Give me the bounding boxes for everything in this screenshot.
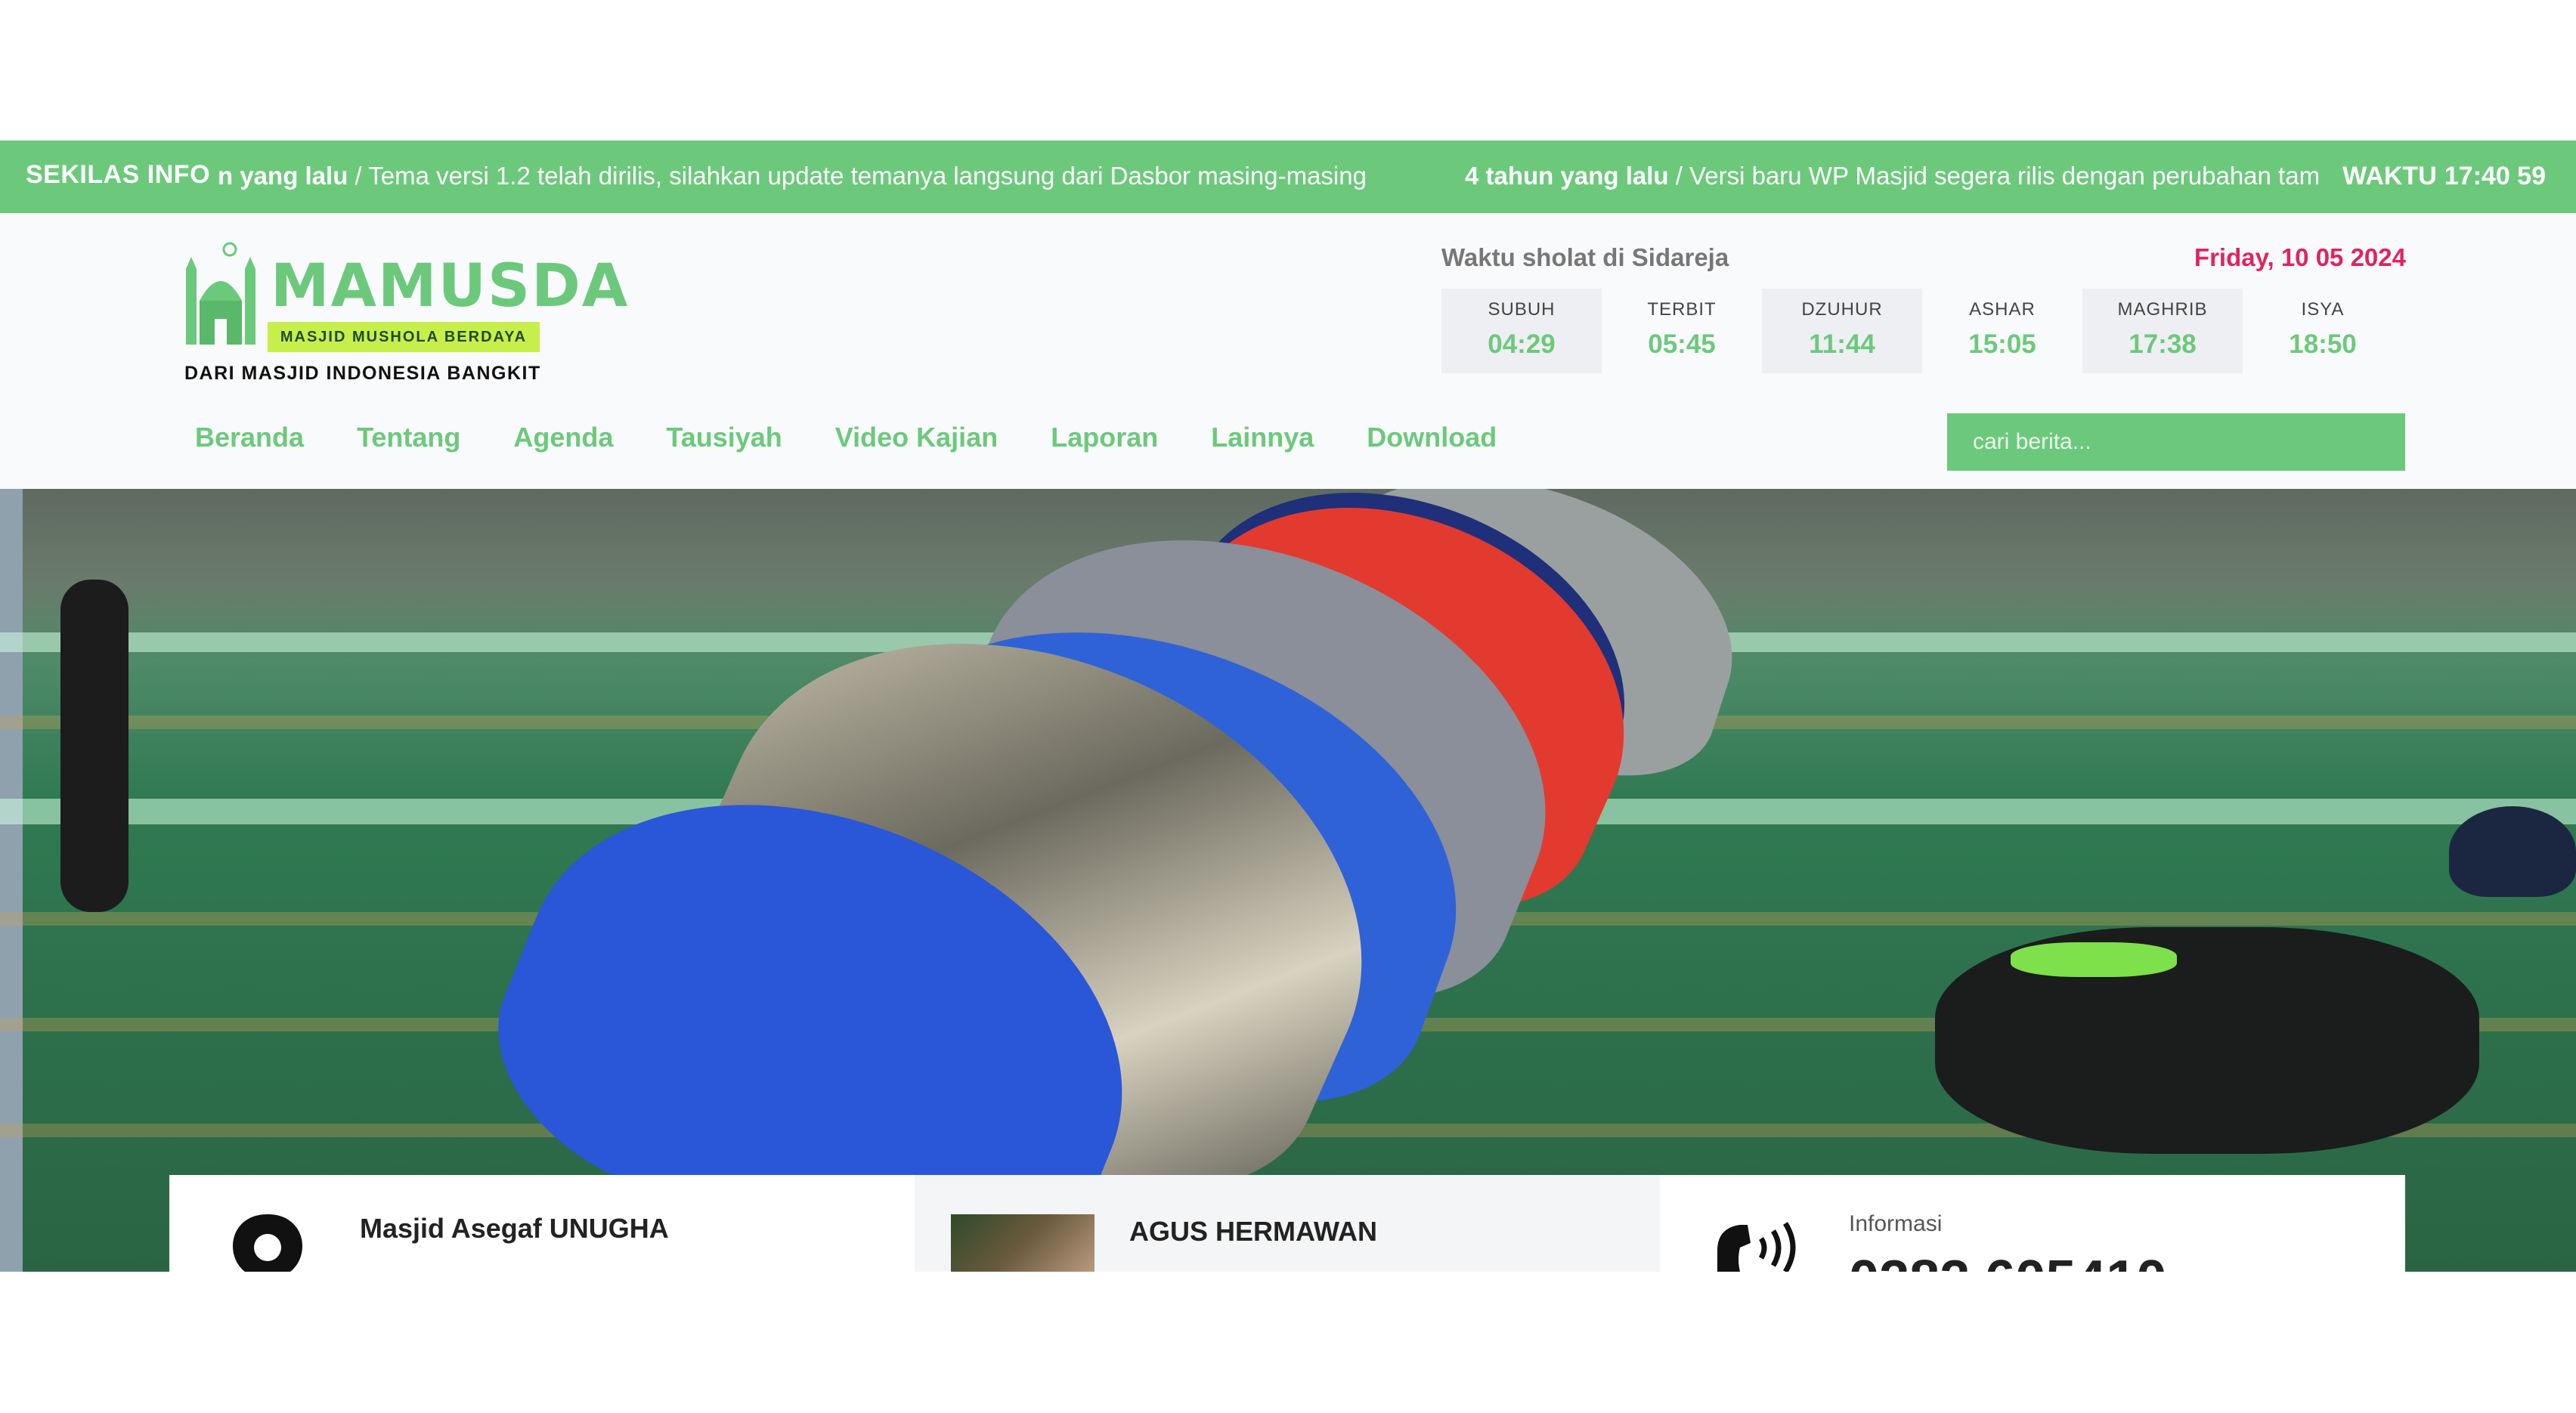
search-input[interactable] [1947, 413, 2405, 471]
ticker-item-text: / Versi baru WP Masjid segera rilis deng… [1668, 162, 2319, 190]
main-nav: Beranda Tentang Agenda Tausiyah Video Ka… [195, 422, 1550, 453]
prayer-cell-dzuhur: DZUHUR 11:44 [1762, 289, 1922, 373]
info-number-clip: 0282 605410 [1849, 1249, 2166, 1272]
location-card[interactable]: Masjid Asegaf UNUGHA [169, 1175, 915, 1272]
prayer-cell-maghrib: MAGHRIB 17:38 [2082, 289, 2243, 373]
mosque-logo-icon [186, 242, 255, 345]
prayer-time: 04:29 [1488, 329, 1556, 359]
prayer-times-title: Waktu sholat di Sidareja [1441, 243, 1729, 271]
person-card[interactable]: AGUS HERMAWAN [915, 1175, 1660, 1272]
prayer-name: ISYA [2301, 299, 2345, 320]
ticker-item-text: / Tema versi 1.2 telah dirilis, silahkan… [348, 162, 1367, 190]
prayer-cell-subuh: SUBUH 04:29 [1441, 289, 1602, 373]
nav-item-beranda[interactable]: Beranda [195, 422, 304, 453]
prayer-cell-terbit: TERBIT 05:45 [1602, 289, 1762, 373]
nav-item-tausiyah[interactable]: Tausiyah [666, 422, 782, 453]
nav-item-agenda[interactable]: Agenda [513, 422, 613, 453]
info-label: Informasi [1849, 1211, 1943, 1236]
prayer-time: 15:05 [1968, 329, 2036, 359]
info-number: 0282 605410 [1849, 1250, 2166, 1272]
ticker-track: n yang lalu / Tema versi 1.2 telah diril… [218, 141, 2319, 213]
clock-label: WAKTU [2342, 162, 2437, 190]
prayer-time: 18:50 [2289, 329, 2357, 359]
prayer-time: 05:45 [1648, 329, 1716, 359]
logo-tagline: DARI MASJID INDONESIA BANGKIT [184, 363, 541, 384]
contact-card[interactable]: Informasi 0282 605410 [1660, 1175, 2405, 1272]
prayer-name: TERBIT [1647, 299, 1717, 320]
prayer-name: DZUHUR [1801, 299, 1883, 320]
current-date: Friday, 10 05 2024 [2194, 243, 2406, 271]
person-right [2449, 806, 2576, 897]
prayer-name: ASHAR [1969, 299, 2036, 320]
prayer-cell-isya: ISYA 18:50 [2243, 289, 2403, 373]
ticker-item-time: 4 tahun yang lalu [1465, 162, 1669, 190]
site-header: MAMUSDA MASJID MUSHOLA BERDAYA DARI MASJ… [0, 213, 2576, 489]
location-title: Masjid Asegaf UNUGHA [360, 1213, 669, 1244]
prayer-name: MAGHRIB [2117, 299, 2208, 320]
ticker-item[interactable]: 4 tahun yang lalu / Versi baru WP Masjid… [1465, 162, 2319, 190]
prayer-time: 17:38 [2129, 329, 2197, 359]
news-ticker: SEKILAS INFO n yang lalu / Tema versi 1.… [0, 141, 2576, 213]
nav-item-video-kajian[interactable]: Video Kajian [835, 422, 998, 453]
logo-subtitle: MASJID MUSHOLA BERDAYA [268, 322, 540, 352]
nav-item-download[interactable]: Download [1367, 422, 1497, 453]
ticker-label: SEKILAS INFO [26, 160, 211, 189]
logo-wordmark: MAMUSDA [271, 252, 630, 320]
prayer-time: 11:44 [1809, 329, 1875, 359]
info-cards: Masjid Asegaf UNUGHA AGUS HERMAWAN Infor… [169, 1175, 2405, 1272]
nav-item-tentang[interactable]: Tentang [357, 422, 460, 453]
standing-person [60, 580, 128, 912]
clock-value: 17:40 59 [2444, 162, 2546, 190]
prayer-cell-ashar: ASHAR 15:05 [1922, 289, 2082, 373]
avatar [951, 1214, 1094, 1272]
nav-item-lainnya[interactable]: Lainnya [1211, 422, 1314, 453]
ticker-item-time: n yang lalu [218, 162, 348, 190]
site-logo[interactable]: MAMUSDA MASJID MUSHOLA BERDAYA DARI MASJ… [181, 233, 627, 384]
person-name: AGUS HERMAWAN [1129, 1216, 1378, 1247]
clock: WAKTU 17:40 59 [2342, 162, 2546, 191]
phone-ringing-icon [1717, 1222, 1796, 1272]
prayer-times-grid: SUBUH 04:29 TERBIT 05:45 DZUHUR 11:44 AS… [1441, 289, 2403, 373]
location-pin-icon [233, 1214, 302, 1272]
backpack-strap [2011, 942, 2177, 977]
nav-item-laporan[interactable]: Laporan [1051, 422, 1158, 453]
prayer-name: SUBUH [1488, 299, 1556, 320]
ticker-item[interactable]: n yang lalu / Tema versi 1.2 telah diril… [218, 162, 1367, 190]
hero-edge [0, 489, 23, 1272]
hero-image [0, 489, 2576, 1272]
